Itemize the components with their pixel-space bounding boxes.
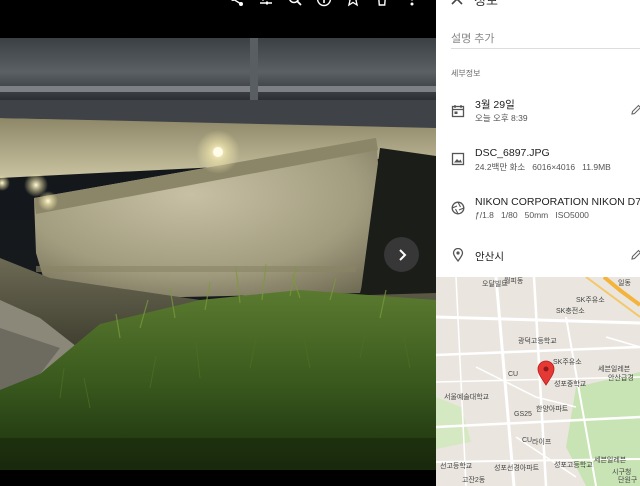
- map-label: 단원구: [618, 475, 638, 484]
- focal-value: 50mm: [524, 210, 549, 220]
- info-icon[interactable]: [313, 0, 335, 10]
- map-label: 세븐일레븐: [594, 455, 627, 464]
- map-label: GS25: [514, 411, 532, 418]
- chevron-right-icon: [398, 248, 406, 261]
- viewer-bottom-bar: [0, 470, 436, 486]
- image-file-icon: [451, 152, 465, 166]
- calendar-icon: [451, 105, 465, 118]
- map-label: SK충전소: [556, 306, 585, 315]
- file-resolution: 24.2백만 화소: [475, 162, 526, 172]
- location-row: 안산시: [436, 241, 640, 281]
- date-row: 3월 29일 오늘 오후 8:39: [436, 94, 640, 134]
- file-details: 24.2백만 화소 6016×4016 11.9MB: [475, 161, 611, 173]
- map-label: 안산급경: [608, 373, 634, 382]
- file-size: 11.9MB: [582, 162, 611, 172]
- date-primary: 3월 29일: [475, 99, 515, 111]
- camera-model: NIKON CORPORATION NIKON D750: [475, 196, 640, 208]
- close-icon[interactable]: [450, 0, 464, 6]
- description-field[interactable]: [451, 30, 640, 49]
- share-icon[interactable]: [226, 0, 248, 10]
- map-label: 서울예술대학교: [444, 392, 490, 401]
- panel-title: 정보: [474, 0, 498, 8]
- zoom-icon[interactable]: [284, 0, 306, 10]
- iso-value: ISO5000: [555, 210, 589, 220]
- aperture-icon: [451, 201, 465, 215]
- section-label: 세부정보: [451, 69, 481, 78]
- map-label: 세븐일레븐: [598, 364, 631, 373]
- map-label: 일동: [618, 278, 631, 287]
- map-label: SK주유소: [553, 358, 582, 366]
- map-label: 오달빌트: [482, 280, 508, 288]
- map-label: 고잔2동: [462, 475, 486, 484]
- info-panel: 정보 세부정보 3월 29일 오늘 오후 8:39 DSC_6897.JPG 2…: [436, 0, 640, 486]
- camera-row: NIKON CORPORATION NIKON D750 ƒ/1.8 1/80 …: [436, 192, 640, 232]
- adjust-icon[interactable]: [255, 0, 277, 10]
- map-label: 라이프: [532, 437, 552, 446]
- map-label: 한양아파트: [536, 404, 569, 413]
- map-label: 선고등학교: [440, 461, 473, 470]
- map-label: 성포고등학교: [554, 460, 593, 469]
- aperture-value: ƒ/1.8: [475, 210, 494, 220]
- delete-icon[interactable]: [371, 0, 393, 10]
- map-label: CU: [508, 371, 518, 378]
- next-photo-button[interactable]: [384, 237, 419, 272]
- map-label: 성포중학교: [554, 379, 587, 388]
- map-label: 광덕고등학교: [518, 336, 557, 345]
- more-icon[interactable]: [401, 0, 423, 10]
- edit-location-icon[interactable]: [630, 249, 640, 261]
- location-name: 안산시: [475, 251, 504, 263]
- shutter-value: 1/80: [501, 210, 518, 220]
- file-dimensions: 6016×4016: [532, 162, 576, 172]
- file-row: DSC_6897.JPG 24.2백만 화소 6016×4016 11.9MB: [436, 143, 640, 183]
- star-icon[interactable]: [342, 0, 364, 10]
- camera-settings: ƒ/1.8 1/80 50mm ISO5000: [475, 210, 589, 220]
- photo-viewer: [0, 0, 436, 486]
- panel-header: 정보: [436, 0, 640, 10]
- edit-date-icon[interactable]: [630, 104, 640, 116]
- date-secondary: 오늘 오후 8:39: [475, 113, 528, 123]
- viewer-toolbar: [0, 0, 436, 38]
- map-label: CU: [522, 437, 532, 444]
- location-map[interactable]: 월피동 오달빌트 SK주유소 SK충전소 광덕고등학교 SK주유소 CU 세븐일…: [436, 277, 640, 486]
- location-pin-icon: [452, 248, 464, 262]
- map-label: SK주유소: [576, 296, 605, 304]
- map-label: 성포선경아파트: [494, 463, 540, 472]
- map-label: 시구청: [612, 468, 631, 476]
- file-name: DSC_6897.JPG: [475, 147, 550, 159]
- photo-image: [0, 38, 436, 470]
